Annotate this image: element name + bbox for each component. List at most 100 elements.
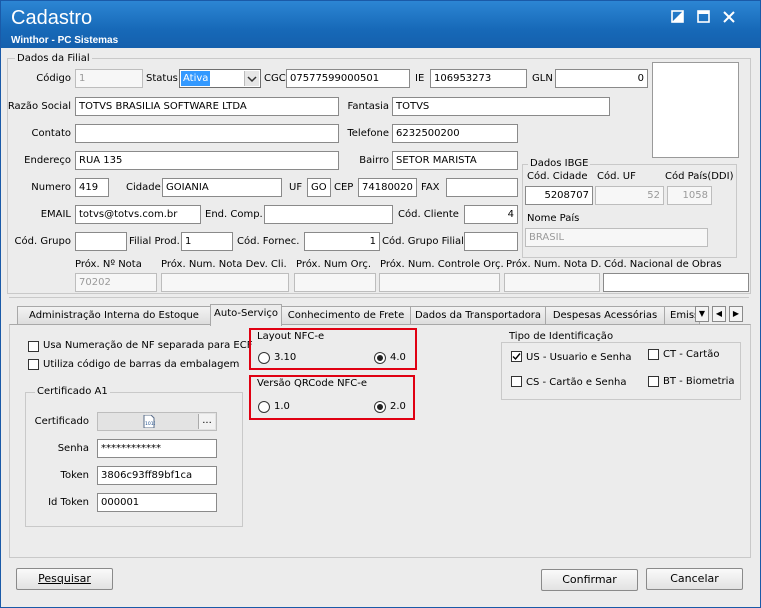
uf-field[interactable]: GO (307, 178, 331, 197)
browse-button[interactable]: ... (198, 414, 215, 429)
cod-pais-field[interactable]: 1058 (667, 186, 712, 205)
cod-uf-field[interactable]: 52 (595, 186, 664, 205)
fantasia-label: Fantasia (347, 101, 389, 112)
cod-fornec-label: Cód. Fornec. (237, 236, 300, 247)
scroll-right-icon[interactable]: ▶ (729, 306, 743, 322)
prox-nota-d-field[interactable] (504, 273, 600, 292)
token-label: Token (60, 470, 89, 481)
filial-prod-label: Filial Prod. (129, 236, 180, 247)
cgc-label: CGC (264, 73, 286, 84)
pesquisar-label: Pesquisar (38, 572, 91, 585)
contato-field[interactable] (75, 124, 339, 143)
endereco-field[interactable]: RUA 135 (75, 151, 339, 170)
cod-cidade-field[interactable]: 5208707 (525, 186, 593, 205)
chk-codbarras-label: Utiliza código de barras da embalagem (43, 359, 240, 370)
pesquisar-button[interactable]: Pesquisar (16, 568, 113, 590)
scroll-left-icon[interactable]: ◀ (712, 306, 726, 322)
fax-label: FAX (421, 182, 440, 193)
chk-cs-cartao-senha[interactable] (511, 376, 522, 387)
tab-conhecimento-frete[interactable]: Conhecimento de Frete (281, 306, 411, 325)
status-label: Status (146, 73, 178, 84)
status-select[interactable]: Ativa (179, 69, 261, 88)
checkmark-icon (512, 353, 521, 361)
chk-numeracao-nf[interactable] (28, 341, 39, 352)
prox-nota-d-label: Próx. Num. Nota D. (506, 259, 602, 270)
radio-layout-40-label: 4.0 (390, 352, 406, 363)
cep-field[interactable]: 74180020 (358, 178, 417, 197)
certificado-field[interactable]: 1010 ... (97, 412, 217, 431)
codigo-field[interactable]: 1 (75, 69, 143, 88)
razao-social-label: Razão Social (7, 101, 71, 112)
cod-cidade-label: Cód. Cidade (527, 171, 588, 182)
radio-layout-310-label: 3.10 (274, 352, 297, 363)
numero-field[interactable]: 419 (75, 178, 109, 197)
close-icon[interactable] (722, 10, 736, 24)
dropdown-arrow-icon[interactable] (244, 71, 259, 86)
filial-prod-field[interactable]: 1 (181, 232, 233, 251)
nome-pais-field[interactable]: BRASIL (525, 228, 708, 247)
tab-despesas-acessorias[interactable]: Despesas Acessórias (545, 306, 665, 325)
fantasia-field[interactable]: TOTVS (392, 97, 610, 116)
telefone-field[interactable]: 6232500200 (392, 124, 518, 143)
token-field[interactable]: 3806c93ff89bf1ca (97, 466, 217, 485)
confirmar-button[interactable]: Confirmar (541, 569, 638, 591)
tipo-identificacao-title: Tipo de Identificação (507, 331, 616, 342)
cod-grupo-filial-field[interactable] (464, 232, 518, 251)
prox-controle-orc-field[interactable] (379, 273, 500, 292)
chk-bt-biometria[interactable] (648, 376, 659, 387)
chk-us-label: US - Usuario e Senha (526, 352, 632, 363)
cgc-field[interactable]: 07577599000501 (286, 69, 410, 88)
senha-label: Senha (57, 443, 89, 454)
ie-field[interactable]: 106953273 (430, 69, 527, 88)
idtoken-field[interactable]: 000001 (97, 493, 217, 512)
cod-cliente-label: Cód. Cliente (398, 209, 459, 220)
senha-field[interactable]: ************ (97, 439, 217, 458)
bairro-label: Bairro (359, 155, 389, 166)
chk-ct-cartao[interactable] (648, 349, 659, 360)
bairro-field[interactable]: SETOR MARISTA (392, 151, 518, 170)
prox-nota-dev-field[interactable] (161, 273, 289, 292)
cod-nac-obras-field[interactable] (603, 273, 749, 292)
contato-label: Contato (31, 128, 71, 139)
cod-grupo-field[interactable] (75, 232, 127, 251)
email-field[interactable]: totvs@totvs.com.br (75, 205, 201, 224)
certificado-label: Certificado (34, 416, 89, 427)
tab-administracao[interactable]: Administração Interna do Estoque (17, 306, 211, 325)
end-comp-field[interactable] (264, 205, 393, 224)
maximize-icon[interactable] (697, 10, 711, 24)
chk-numeracao-label: Usa Numeração de NF separada para ECF (43, 340, 253, 351)
tab-dropdown-icon[interactable]: ▼ (695, 306, 709, 322)
prox-controle-orc-label: Próx. Num. Controle Orç. (380, 259, 504, 270)
tab-auto-servico[interactable]: Auto-Serviço (210, 304, 282, 326)
cidade-field[interactable]: GOIANIA (162, 178, 282, 197)
idtoken-label: Id Token (48, 497, 89, 508)
cancelar-button[interactable]: Cancelar (646, 568, 743, 590)
prox-nota-field[interactable]: 70202 (75, 273, 157, 292)
prox-orc-field[interactable] (294, 273, 376, 292)
layout-nfce-title: Layout NFC-e (257, 331, 325, 342)
radio-qrcode-10[interactable] (258, 401, 270, 413)
cod-pais-label: Cód País(DDI) (665, 171, 734, 182)
gln-field[interactable]: 0 (555, 69, 648, 88)
dados-filial-title: Dados da Filial (15, 53, 92, 64)
razao-social-field[interactable]: TOTVS BRASILIA SOFTWARE LTDA (75, 97, 339, 116)
numero-label: Numero (31, 182, 71, 193)
cod-fornec-field[interactable]: 1 (304, 232, 380, 251)
radio-layout-310[interactable] (258, 352, 270, 364)
title-bar: Cadastro Winthor - PC Sistemas (1, 1, 760, 48)
tab-dados-transportadora[interactable]: Dados da Transportadora (410, 306, 546, 325)
window-subtitle: Winthor - PC Sistemas (11, 35, 119, 46)
restore-icon[interactable] (671, 10, 685, 24)
cod-cliente-field[interactable]: 4 (464, 205, 518, 224)
svg-text:1010: 1010 (145, 421, 155, 427)
fax-field[interactable] (446, 178, 518, 197)
cod-uf-label: Cód. UF (597, 171, 636, 182)
chk-us-usuario-senha[interactable] (511, 351, 522, 362)
ie-label: IE (415, 73, 425, 84)
cod-nac-obras-label: Cód. Nacional de Obras (604, 259, 722, 270)
chk-codigo-barras[interactable] (28, 359, 39, 370)
codigo-label: Código (36, 73, 71, 84)
radio-qrcode-20[interactable] (374, 401, 386, 413)
radio-layout-40[interactable] (374, 352, 386, 364)
logo-image-box[interactable] (652, 62, 739, 158)
